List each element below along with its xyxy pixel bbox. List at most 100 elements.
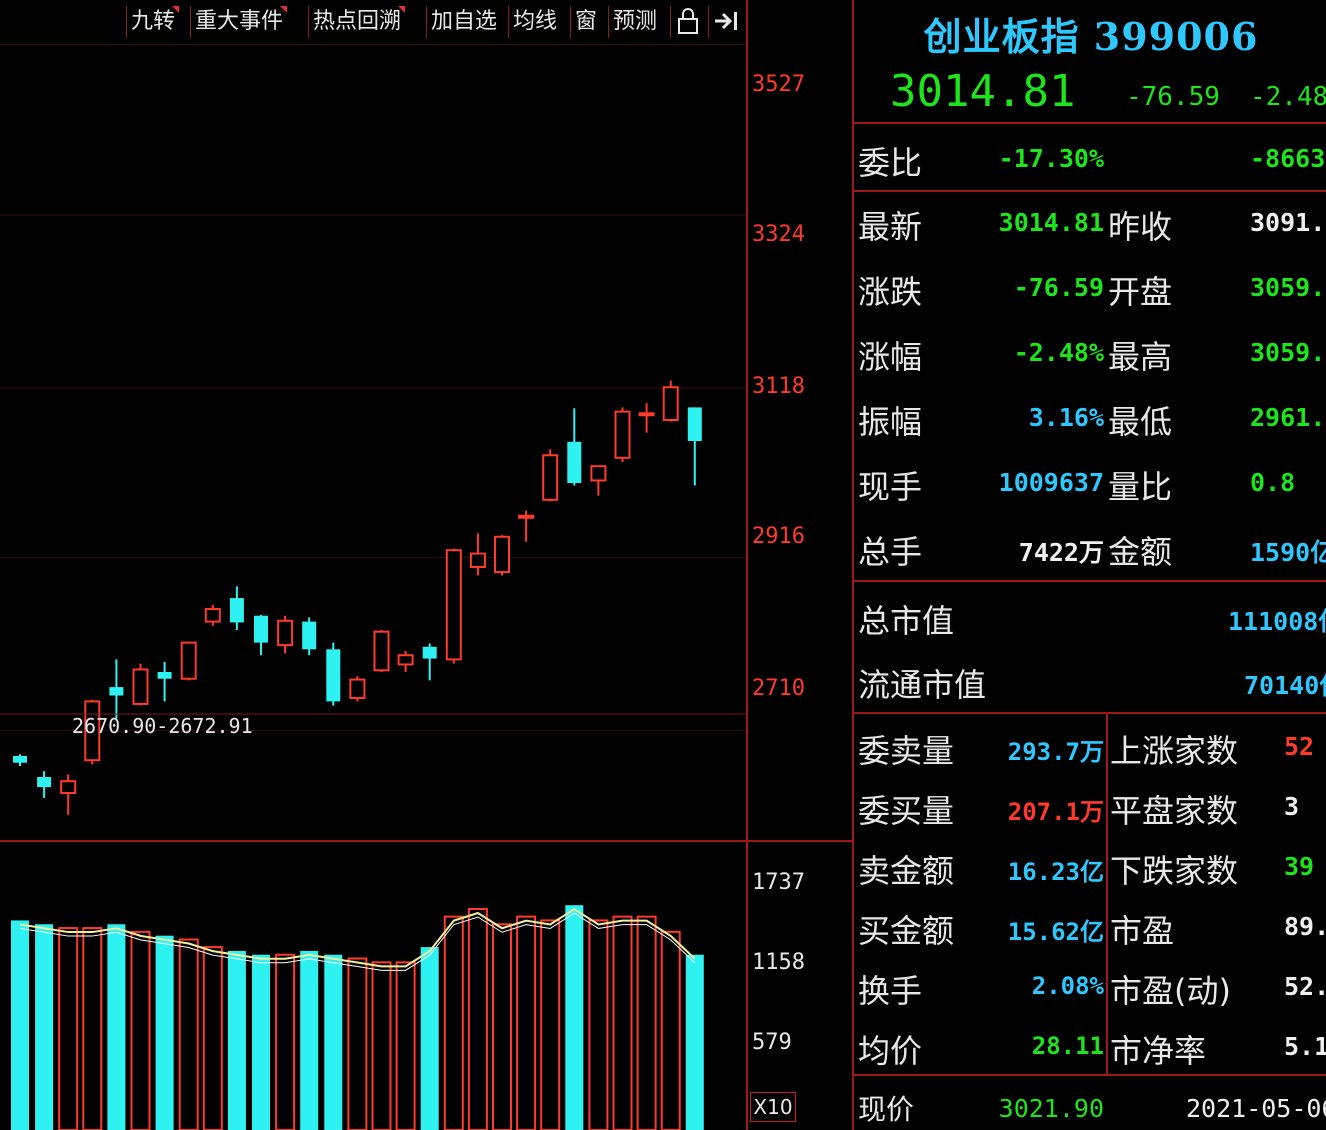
quote-label: 金额 [1108,533,1173,571]
quote-value: 0.8 [1250,468,1296,497]
volume-bar[interactable] [516,915,537,1130]
quote-value: 3.16% [1028,403,1104,432]
volume-bar[interactable] [660,930,681,1130]
volume-bar[interactable] [443,915,464,1130]
price-change-pct: -2.48% [1250,82,1326,112]
price-change: -76.59 [1126,82,1220,112]
volume-bar[interactable] [636,915,657,1130]
candle-body[interactable] [132,668,149,705]
volume-bar[interactable] [107,924,126,1130]
volume-bar[interactable] [324,954,343,1130]
volume-bar[interactable] [155,935,174,1130]
quote-value: 3091.4 [1250,208,1326,237]
quote-label: 平盘家数 [1110,792,1239,830]
candle-body[interactable] [373,630,390,672]
quote-value: 28.11 [1031,1032,1104,1060]
divider [854,580,1326,582]
volume-bar[interactable] [58,927,79,1130]
current-value: 3021.90 [998,1094,1104,1123]
volume-bar[interactable] [347,957,368,1130]
column-divider [1106,714,1108,1076]
candle-body[interactable] [349,678,366,700]
volume-bar[interactable] [202,946,223,1130]
volume-bar[interactable] [540,919,561,1130]
quote-value: 207.1万 [1007,798,1104,826]
quote-value: -2.48% [1013,338,1104,367]
candle-body[interactable] [254,615,268,643]
divider [854,1074,1326,1076]
candle-body[interactable] [662,386,679,421]
quote-label: 最新 [858,208,923,246]
candle-body[interactable] [60,780,77,794]
quote-value: 89.1 [1284,912,1326,941]
candle-body[interactable] [422,646,437,659]
quote-value: 3 [1284,792,1300,821]
volume-bar[interactable] [492,923,512,1130]
candle-body[interactable] [204,608,221,623]
volume-tick: 1158 [752,950,805,975]
volume-bar[interactable] [130,930,151,1130]
quote-date: 2021-05-06, [1186,1094,1326,1123]
volume-bar[interactable] [565,905,584,1130]
volume-bar[interactable] [467,908,488,1130]
candle-body[interactable] [445,549,462,661]
float-cap-value: 70140亿 [1244,671,1326,700]
volume-bar[interactable] [11,920,29,1130]
volume-bar[interactable] [227,950,246,1130]
quote-label: 涨幅 [858,338,923,376]
candle-body[interactable] [397,654,414,666]
price-tick: 2710 [752,676,805,701]
candle-body[interactable] [326,649,341,702]
volume-bar[interactable] [300,950,319,1130]
volume-unit-button[interactable]: X10 [750,1092,796,1122]
quote-value: 1009637 [998,468,1104,497]
volume-bar[interactable] [685,954,704,1130]
volume-bar[interactable] [35,924,54,1130]
volume-bar[interactable] [178,938,199,1130]
candle-body[interactable] [109,687,124,696]
candle-body[interactable] [13,756,27,763]
volume-bar[interactable] [612,915,633,1130]
quote-label: 买金额 [858,912,955,950]
candle-body[interactable] [229,598,244,623]
candle-body[interactable] [157,672,172,679]
quote-label: 昨收 [1108,208,1173,246]
candle-body[interactable] [180,641,197,680]
quote-label: 下跌家数 [1110,852,1239,890]
candle-body[interactable] [638,412,655,417]
quote-label: 最低 [1108,403,1173,441]
volume-bar[interactable] [275,953,296,1130]
candle-body[interactable] [277,619,294,647]
volume-bar[interactable] [395,961,416,1130]
candle-body[interactable] [542,454,559,501]
divider [854,712,1326,714]
price-tick: 3118 [752,374,805,399]
candle-body[interactable] [614,410,631,459]
candle-body[interactable] [567,441,582,483]
quote-label: 量比 [1108,468,1173,506]
volume-bar[interactable] [371,961,392,1130]
quote-label: 委买量 [858,792,955,830]
candle-body[interactable] [687,407,702,441]
candle-body[interactable] [302,621,317,650]
candle-body[interactable] [37,777,52,788]
quote-label: 卖金额 [858,852,955,890]
float-cap-label: 流通市值 [858,666,987,704]
quote-value: -76.59 [1013,273,1104,302]
quote-value: 3014.81 [998,208,1104,237]
quote-label: 涨跌 [858,273,923,311]
volume-chart[interactable] [0,842,746,1130]
candle-body[interactable] [590,465,607,482]
candle-body[interactable] [494,535,510,574]
quote-label: 市净率 [1110,1032,1207,1070]
candle-body[interactable] [469,552,486,568]
price-tick: 3527 [752,72,805,97]
volume-bar[interactable] [420,947,439,1130]
candle-body[interactable] [518,514,535,519]
quote-label: 开盘 [1108,273,1173,311]
volume-bar[interactable] [82,927,103,1130]
price-axis: 3527 3324 3118 2916 2710 1737 1158 579 X… [746,0,854,1130]
volume-bar[interactable] [588,919,609,1130]
quote-value: 3059.5 [1250,338,1326,367]
volume-bar[interactable] [252,954,270,1130]
